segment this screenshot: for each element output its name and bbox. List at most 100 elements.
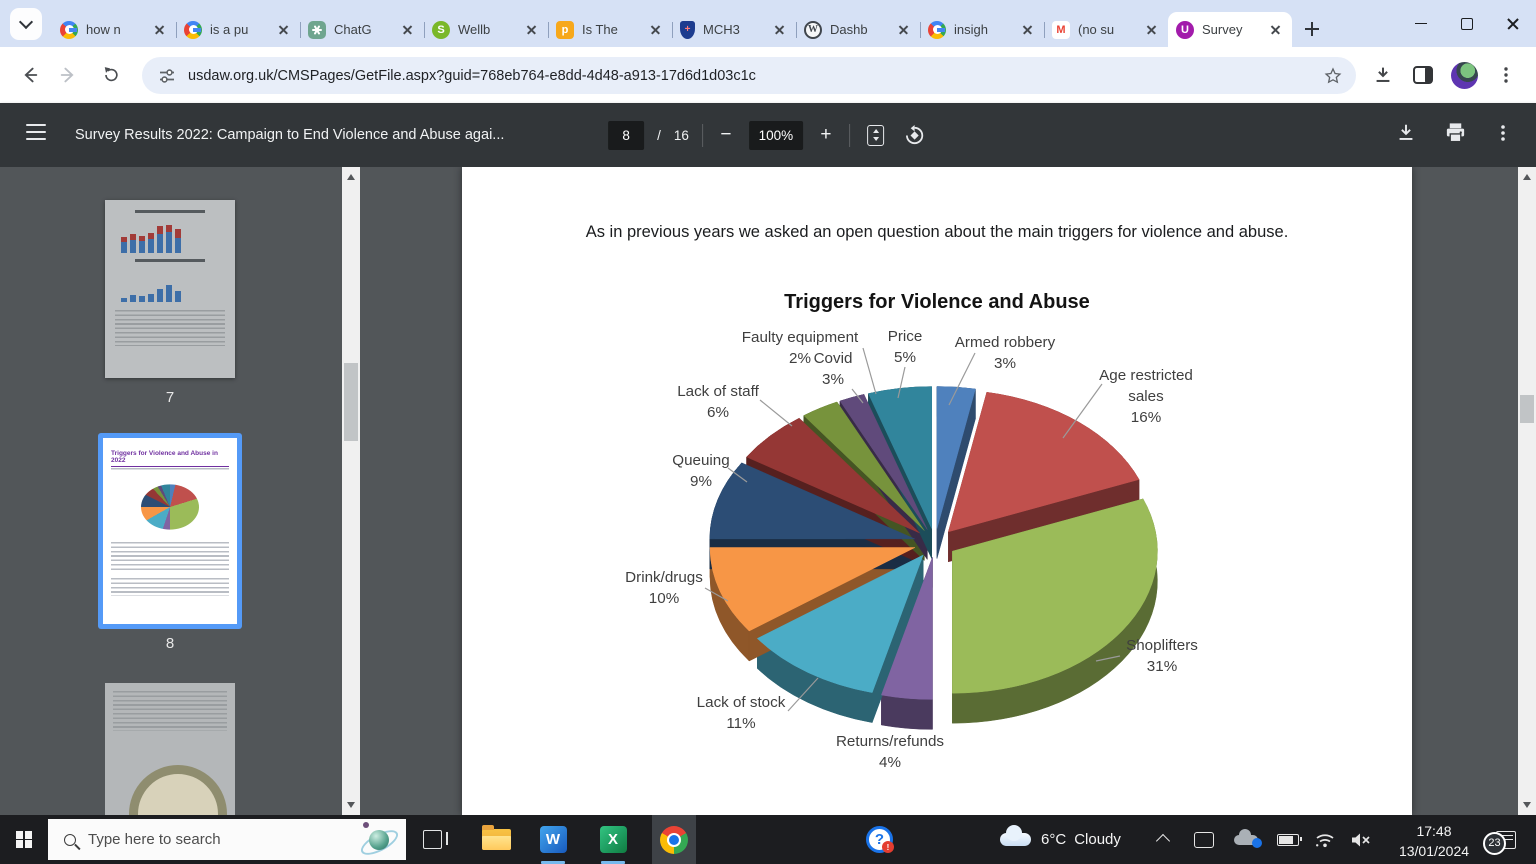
google-favicon: [60, 21, 78, 39]
mini-text-lines: [113, 691, 227, 731]
page-total: 16: [674, 128, 689, 143]
scroll-up-arrow[interactable]: [1523, 174, 1531, 180]
notification-center-button[interactable]: 23: [1496, 815, 1516, 864]
page-number-input[interactable]: 8: [608, 121, 644, 150]
downloads-button[interactable]: [1366, 58, 1400, 92]
restore-button[interactable]: [1444, 0, 1490, 47]
taskbar-search[interactable]: Type here to search: [48, 819, 406, 860]
tab--no-su[interactable]: M(no su: [1044, 12, 1168, 47]
scrollbar-thumb[interactable]: [1520, 395, 1534, 423]
wellbeing-favicon: S: [432, 21, 450, 39]
window-controls: [1398, 0, 1536, 47]
side-panel-button[interactable]: [1406, 58, 1440, 92]
tab-how-n[interactable]: how n: [52, 12, 176, 47]
tab-title: Survey: [1202, 22, 1263, 37]
tab-survey[interactable]: USurvey: [1168, 12, 1292, 47]
search-placeholder: Type here to search: [88, 831, 358, 848]
mini-text-lines: [111, 578, 229, 596]
scroll-down-arrow[interactable]: [347, 802, 355, 808]
tablet-icon: [1194, 832, 1214, 848]
mini-text-lines: [111, 542, 229, 572]
close-icon: [1506, 17, 1520, 31]
pdf-more-button[interactable]: [1494, 124, 1512, 147]
address-bar[interactable]: usdaw.org.uk/CMSPages/GetFile.aspx?guid=…: [142, 57, 1356, 94]
pie-label: Returns/refunds: [836, 733, 944, 750]
url-text[interactable]: usdaw.org.uk/CMSPages/GetFile.aspx?guid=…: [188, 68, 756, 84]
close-button[interactable]: [1490, 0, 1536, 47]
forward-button[interactable]: [52, 58, 86, 92]
label-leader-line: [760, 400, 792, 426]
tab-close-button[interactable]: [151, 21, 168, 38]
tab-wellb[interactable]: SWellb: [424, 12, 548, 47]
tab-chatg[interactable]: ChatG: [300, 12, 424, 47]
tab-insigh[interactable]: insigh: [920, 12, 1044, 47]
tab-is-a-pu[interactable]: is a pu: [176, 12, 300, 47]
tab-close-button[interactable]: [1143, 21, 1160, 38]
zoom-level[interactable]: 100%: [749, 121, 803, 150]
tab-close-button[interactable]: [895, 21, 912, 38]
clock[interactable]: 17:48 13/01/2024: [1386, 822, 1482, 861]
pdf-print-button[interactable]: [1444, 121, 1467, 149]
scrollbar-thumb[interactable]: [344, 363, 358, 441]
word-button[interactable]: W: [531, 815, 575, 864]
battery-tray[interactable]: [1277, 815, 1299, 864]
help-tray-button[interactable]: ? !: [866, 815, 893, 864]
profile-button[interactable]: [1447, 58, 1481, 92]
zoom-out-button[interactable]: −: [716, 124, 736, 146]
side-panel-icon: [1413, 66, 1433, 84]
weather-widget[interactable]: 6°C Cloudy: [1000, 815, 1121, 864]
tab-close-button[interactable]: [647, 21, 664, 38]
tab-close-button[interactable]: [399, 21, 416, 38]
tab-title: how n: [86, 22, 147, 37]
task-view-button[interactable]: [410, 815, 454, 864]
tab-search-button[interactable]: [10, 8, 42, 40]
sidebar-scrollbar[interactable]: [342, 167, 360, 815]
tablet-mode-tray[interactable]: [1194, 815, 1214, 864]
pie-label: 16%: [1131, 409, 1161, 426]
chrome-button[interactable]: [652, 815, 696, 864]
back-button[interactable]: [12, 58, 46, 92]
bookmark-button[interactable]: [1319, 62, 1347, 90]
tab-close-button[interactable]: [523, 21, 540, 38]
tab-close-button[interactable]: [1267, 21, 1284, 38]
thumbnail-page-7[interactable]: [105, 200, 235, 378]
pdf-menu-button[interactable]: [26, 124, 46, 140]
thumbnail-page-8-content: Triggers for Violence and Abuse in 2022: [103, 438, 237, 624]
thumbnail-page-8-selected[interactable]: Triggers for Violence and Abuse in 2022: [98, 433, 242, 629]
tray-expand-button[interactable]: [1158, 815, 1168, 864]
rotate-button[interactable]: [902, 125, 928, 146]
tab-close-button[interactable]: [275, 21, 292, 38]
desktop: how n is a pu ChatG SWellbpIs The+MCH3WDash…: [0, 0, 1536, 864]
battery-icon: [1277, 834, 1299, 846]
pdf-download-button[interactable]: [1395, 122, 1417, 149]
new-tab-button[interactable]: [1298, 15, 1326, 43]
reload-button[interactable]: [94, 58, 128, 92]
start-button[interactable]: [0, 815, 48, 864]
zoom-in-button[interactable]: +: [816, 124, 836, 146]
tab-is-the[interactable]: pIs The: [548, 12, 672, 47]
onedrive-tray[interactable]: [1234, 815, 1258, 864]
weather-condition: Cloudy: [1074, 831, 1121, 848]
tab-close-button[interactable]: [1019, 21, 1036, 38]
download-icon: [1395, 122, 1417, 144]
minimize-button[interactable]: [1398, 0, 1444, 47]
main-scrollbar[interactable]: [1518, 167, 1536, 815]
fit-page-button[interactable]: [863, 125, 889, 146]
tabs-container: how n is a pu ChatG SWellbpIs The+MCH3WDash…: [52, 0, 1292, 47]
chevron-up-icon: [1156, 834, 1170, 848]
file-explorer-button[interactable]: [474, 815, 518, 864]
tab-title: ChatG: [334, 22, 395, 37]
browser-menu-button[interactable]: [1489, 58, 1523, 92]
volume-tray[interactable]: [1350, 815, 1372, 864]
scroll-down-arrow[interactable]: [1523, 802, 1531, 808]
tab-mch3[interactable]: +MCH3: [672, 12, 796, 47]
cloud-icon: [1000, 833, 1031, 846]
tab-dashb[interactable]: WDashb: [796, 12, 920, 47]
scroll-up-arrow[interactable]: [347, 174, 355, 180]
pie-slice-returns-refunds-rim: [881, 695, 932, 729]
thumbnail-page-9[interactable]: [105, 683, 235, 815]
pie-label: Faulty equipment: [742, 329, 859, 346]
tab-close-button[interactable]: [771, 21, 788, 38]
network-tray[interactable]: [1314, 815, 1336, 864]
excel-button[interactable]: X: [591, 815, 635, 864]
